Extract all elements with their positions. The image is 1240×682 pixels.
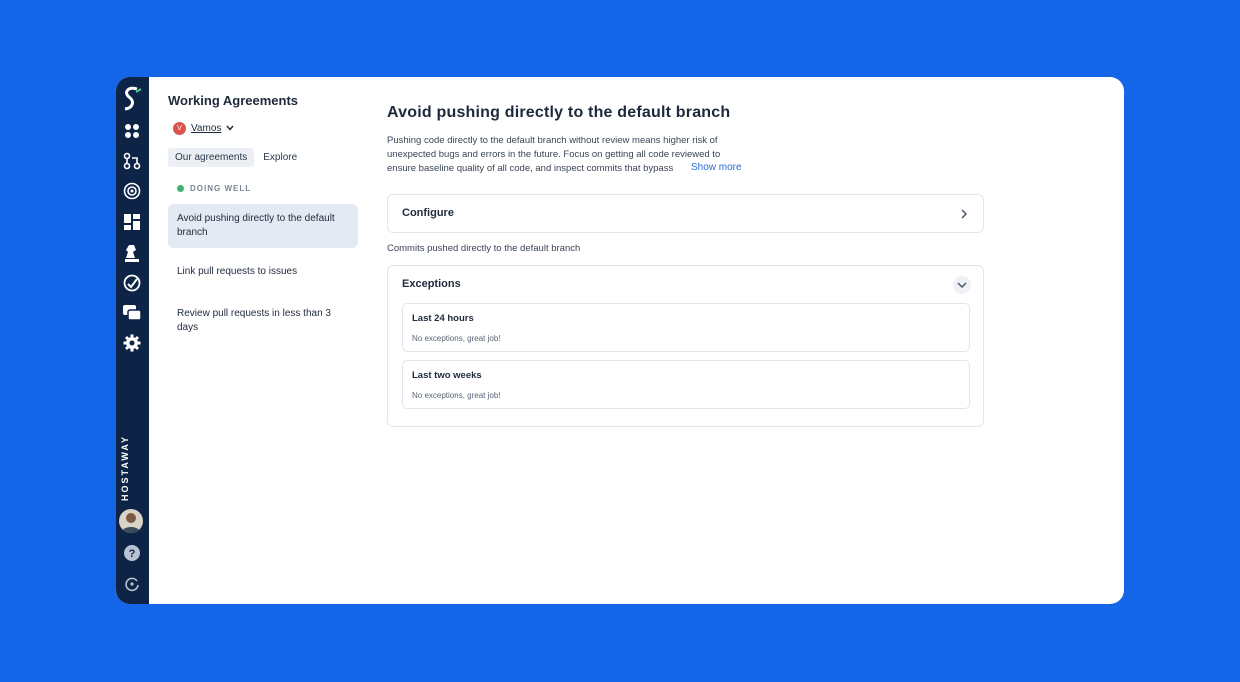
show-more-link[interactable]: Show more <box>687 162 742 173</box>
panel-title: Working Agreements <box>168 93 299 108</box>
pull-request-icon[interactable] <box>120 149 144 173</box>
period-status: No exceptions, great job! <box>412 334 501 343</box>
chess-icon[interactable] <box>120 241 144 265</box>
target-icon[interactable] <box>120 179 144 203</box>
period-status: No exceptions, great job! <box>412 391 501 400</box>
help-icon[interactable]: ? <box>120 541 144 565</box>
boards-icon[interactable] <box>120 210 144 234</box>
metric-caption: Commits pushed directly to the default b… <box>387 243 581 254</box>
team-name[interactable]: Vamos <box>191 123 221 134</box>
section-label: DOING WELL <box>190 184 252 193</box>
messages-icon[interactable] <box>120 301 144 325</box>
svg-text:?: ? <box>129 548 136 560</box>
logo-icon[interactable] <box>120 86 144 111</box>
settings-icon[interactable] <box>120 331 144 355</box>
exceptions-label: Exceptions <box>402 278 461 290</box>
exceptions-section: Exceptions Last 24 hours No exceptions, … <box>387 265 984 427</box>
speed-icon[interactable] <box>120 271 144 295</box>
configure-label: Configure <box>402 207 454 219</box>
agreement-item[interactable]: Link pull requests to issues <box>168 257 358 287</box>
period-title: Last 24 hours <box>412 313 474 324</box>
status-dot <box>177 185 184 192</box>
chevron-down-icon[interactable] <box>226 123 234 134</box>
chevron-down-icon[interactable] <box>953 276 971 294</box>
period-title: Last two weeks <box>412 370 482 381</box>
exception-period-card: Last 24 hours No exceptions, great job! <box>402 303 970 352</box>
tab-explore[interactable]: Explore <box>256 148 304 167</box>
brand-label: HOSTAWAY <box>120 434 130 501</box>
panel-tabs: Our agreements Explore <box>168 148 304 167</box>
exception-period-card: Last two weeks No exceptions, great job! <box>402 360 970 409</box>
user-avatar[interactable] <box>119 509 143 533</box>
agreement-item[interactable]: Review pull requests in less than 3 days <box>168 299 358 343</box>
agreement-description: Pushing code directly to the default bra… <box>387 135 721 174</box>
refresh-icon[interactable] <box>120 572 144 596</box>
agreement-item[interactable]: Avoid pushing directly to the default br… <box>168 204 358 248</box>
configure-section[interactable]: Configure <box>387 194 984 233</box>
agreements-panel: Working Agreements V Vamos Our agreement… <box>168 77 368 604</box>
chevron-right-icon[interactable] <box>957 207 971 221</box>
tab-our-agreements[interactable]: Our agreements <box>168 148 255 167</box>
dashboard-icon[interactable] <box>120 119 144 143</box>
page-title: Avoid pushing directly to the default br… <box>387 104 731 121</box>
team-avatar: V <box>173 122 186 135</box>
app-window: HOSTAWAY ? Working Agreements V Vamos Ou… <box>116 77 1124 604</box>
team-selector[interactable]: V Vamos <box>173 122 234 135</box>
section-doing-well: DOING WELL <box>177 184 251 193</box>
agreement-detail: Avoid pushing directly to the default br… <box>387 77 987 604</box>
icon-rail: HOSTAWAY ? <box>116 77 149 604</box>
